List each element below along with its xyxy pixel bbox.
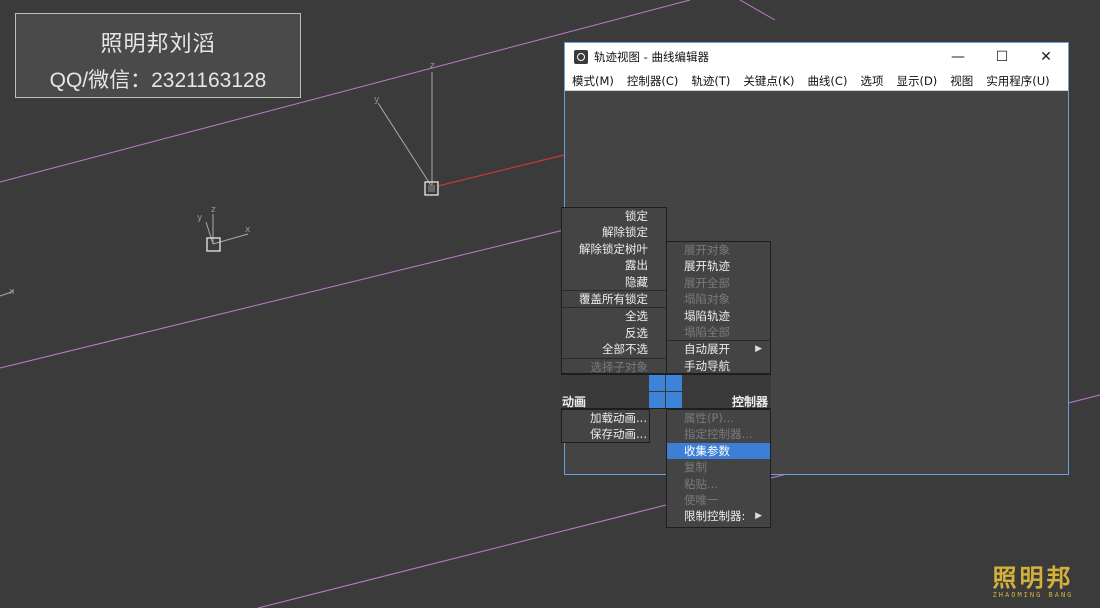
quad-menu-bottom-right: 属性(P)... 指定控制器... 收集参数 复制 粘贴... 使唯一 限制控制…	[666, 409, 771, 528]
menu-item-select-children: 选择子对象	[590, 359, 649, 374]
quad-header-animation: 动画	[562, 395, 587, 409]
submenu-arrow-icon: ▶	[755, 511, 762, 522]
logo-sub-text: ZHAOMING BANG	[992, 591, 1074, 599]
quad-menu-top-left: 锁定 解除锁定 解除锁定树叶 露出 隐藏 覆盖所有锁定 全选 反选 全部不选 选…	[561, 207, 667, 374]
axis-label-z: z	[430, 61, 435, 71]
quad-menu-top-right: 展开对象 展开轨迹 展开全部 塌陷对象 塌陷轨迹 塌陷全部 自动展开 ▶ 手动导…	[666, 241, 771, 374]
menu-item-assign-controller: 指定控制器...	[684, 427, 753, 442]
window-titlebar[interactable]: 轨迹视图 - 曲线编辑器 — ☐ ✕	[565, 43, 1068, 71]
menu-item-lock[interactable]: 锁定	[562, 208, 666, 224]
menu-item-manual-navigation[interactable]: 手动导航	[667, 358, 770, 374]
grid-line	[739, 0, 776, 21]
watermark-contact: QQ/微信：2321163128	[49, 69, 267, 92]
minimize-button[interactable]: —	[936, 43, 980, 71]
maximize-button[interactable]: ☐	[980, 43, 1024, 71]
axis-label-z: z	[211, 205, 216, 215]
menu-item-collect-parameters[interactable]: 收集参数	[667, 442, 770, 460]
menu-item-label: 限制控制器:	[684, 509, 746, 524]
quad-menu-bottom-left: 加载动画... 保存动画...	[561, 409, 650, 443]
object-gizmo[interactable]: y z x	[197, 205, 251, 252]
watermark-name: 照明邦刘滔	[100, 32, 216, 57]
menu-item-expand-all: 展开全部	[684, 275, 730, 290]
menu-item-select-all[interactable]: 全选	[562, 308, 666, 324]
menu-item-save-animation[interactable]: 保存动画...	[562, 426, 649, 442]
app-icon	[574, 50, 588, 64]
menu-display[interactable]: 显示(D)	[896, 73, 937, 89]
menu-bar: 模式(M) 控制器(C) 轨迹(T) 关键点(K) 曲线(C) 选项 显示(D)…	[565, 71, 1068, 91]
quad-selector-bottom-right[interactable]	[666, 392, 682, 408]
axis-label-y: y	[197, 213, 203, 223]
menu-item-label: 自动展开	[684, 342, 730, 357]
menu-item-unlock-leaves[interactable]: 解除锁定树叶	[562, 241, 666, 257]
menu-curves[interactable]: 曲线(C)	[807, 73, 847, 89]
grid-line	[0, 229, 565, 369]
quad-selector-top-left[interactable]	[649, 375, 665, 391]
logo-main-text: 照明邦	[992, 564, 1074, 592]
axis-label-y: y	[374, 95, 380, 105]
menu-item-collapse-all: 塌陷全部	[684, 324, 730, 339]
quad-header-controller: 控制器	[731, 395, 768, 409]
menu-item-select-none[interactable]: 全部不选	[562, 341, 666, 357]
menu-item-limit-controller[interactable]: 限制控制器: ▶	[667, 508, 770, 524]
window-title: 轨迹视图 - 曲线编辑器	[594, 50, 709, 64]
menu-item-unhide[interactable]: 露出	[562, 257, 666, 273]
menu-item-hide[interactable]: 隐藏	[562, 274, 666, 290]
menu-keys[interactable]: 关键点(K)	[743, 73, 794, 89]
watermark-box: 照明邦刘滔 QQ/微信：2321163128	[15, 13, 301, 98]
menu-item-select-invert[interactable]: 反选	[562, 325, 666, 341]
axis-label-x: x	[9, 287, 15, 297]
close-button[interactable]: ✕	[1024, 43, 1068, 71]
menu-item-override-all-locks[interactable]: 覆盖所有锁定	[562, 291, 666, 307]
brand-logo: 照明邦 ZHAOMING BANG	[988, 565, 1078, 600]
quad-selector-top-right[interactable]	[666, 375, 682, 391]
menu-item-load-animation[interactable]: 加载动画...	[562, 410, 649, 426]
menu-view[interactable]: 视图	[950, 73, 973, 89]
menu-item-make-unique: 使唯一	[684, 492, 719, 507]
quad-selector-bottom-left[interactable]	[649, 392, 665, 408]
menu-utilities[interactable]: 实用程序(U)	[986, 73, 1049, 89]
menu-controller[interactable]: 控制器(C)	[627, 73, 679, 89]
menu-item-collapse-tracks[interactable]: 塌陷轨迹	[667, 308, 770, 324]
submenu-arrow-icon: ▶	[755, 344, 762, 355]
menu-item-auto-expand[interactable]: 自动展开 ▶	[667, 341, 770, 357]
menu-mode[interactable]: 模式(M)	[572, 73, 614, 89]
menu-options[interactable]: 选项	[860, 73, 883, 89]
menu-item-expand-objects: 展开对象	[684, 243, 730, 257]
menu-item-properties: 属性(P)...	[684, 411, 734, 425]
menu-tracks[interactable]: 轨迹(T)	[691, 73, 730, 89]
grid-line	[257, 504, 667, 608]
menu-item-unlock[interactable]: 解除锁定	[562, 224, 666, 240]
menu-item-collapse-objects: 塌陷对象	[684, 292, 730, 307]
menu-item-copy: 复制	[684, 460, 707, 475]
menu-item-expand-tracks[interactable]: 展开轨迹	[667, 258, 770, 274]
axis-label-x: x	[245, 225, 251, 235]
object-gizmo: x	[0, 287, 15, 297]
menu-item-paste: 粘贴...	[684, 476, 718, 491]
x-axis-line	[437, 154, 565, 187]
